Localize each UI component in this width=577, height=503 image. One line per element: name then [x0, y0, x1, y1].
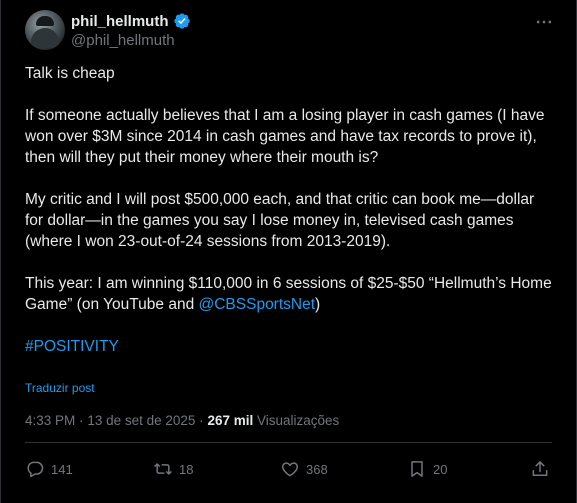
repost-button[interactable]: 18	[153, 458, 193, 480]
author-display-name[interactable]: phil_hellmuth	[71, 13, 169, 30]
tweet-paragraph-3: My critic and I will post $500,000 each,…	[25, 191, 535, 250]
reply-count: 141	[51, 461, 73, 477]
avatar[interactable]	[25, 10, 65, 50]
mention-link[interactable]: @CBSSportsNet	[199, 296, 316, 313]
tweet-paragraph-2: If someone actually believes that I am a…	[25, 107, 545, 166]
avatar-body-shape	[31, 28, 59, 48]
verified-badge-icon	[173, 13, 190, 29]
action-bar: 141 18 368 20	[25, 458, 555, 480]
share-button[interactable]	[530, 458, 550, 480]
tweet-text: Talk is cheap If someone actually believ…	[25, 63, 555, 357]
repost-icon	[154, 463, 172, 475]
views-label: Visualizações	[256, 413, 340, 428]
tweet-line-1: Talk is cheap	[25, 65, 115, 82]
heart-icon	[281, 462, 299, 477]
hashtag-link[interactable]: #POSITIVITY	[25, 338, 119, 355]
translate-post-link[interactable]: Traduzir post	[25, 381, 95, 395]
bookmark-button[interactable]: 20	[407, 458, 447, 480]
more-horizontal-icon[interactable]	[534, 12, 554, 32]
tweet-paragraph-4: This year: I am winning $110,000 in 6 se…	[25, 273, 555, 315]
share-icon	[532, 461, 548, 476]
like-button[interactable]: 368	[280, 458, 328, 480]
meta-separator: ·	[79, 413, 84, 428]
avatar-cap-shape	[36, 16, 54, 26]
tweet-time[interactable]: 4:33 PM	[25, 413, 75, 428]
bookmark-icon	[411, 461, 423, 477]
author-handle[interactable]: @phil_hellmuth	[71, 32, 175, 49]
author-name-row: phil_hellmuth	[71, 12, 191, 30]
meta-separator: ·	[199, 413, 204, 428]
reply-button[interactable]: 141	[25, 458, 73, 480]
reply-icon	[27, 461, 44, 478]
tweet-paragraph-4-suffix: )	[315, 296, 321, 313]
tweet-date[interactable]: 13 de set de 2025	[87, 413, 195, 428]
repost-count: 18	[179, 461, 194, 477]
bookmark-count: 20	[433, 461, 448, 477]
divider	[25, 442, 552, 443]
tweet-card: phil_hellmuth @phil_hellmuth Talk is che…	[0, 0, 577, 503]
tweet-meta: 4:33 PM · 13 de set de 2025 · 267 mil Vi…	[25, 413, 339, 428]
views-count[interactable]: 267 mil	[207, 413, 253, 428]
like-count: 368	[306, 461, 328, 477]
